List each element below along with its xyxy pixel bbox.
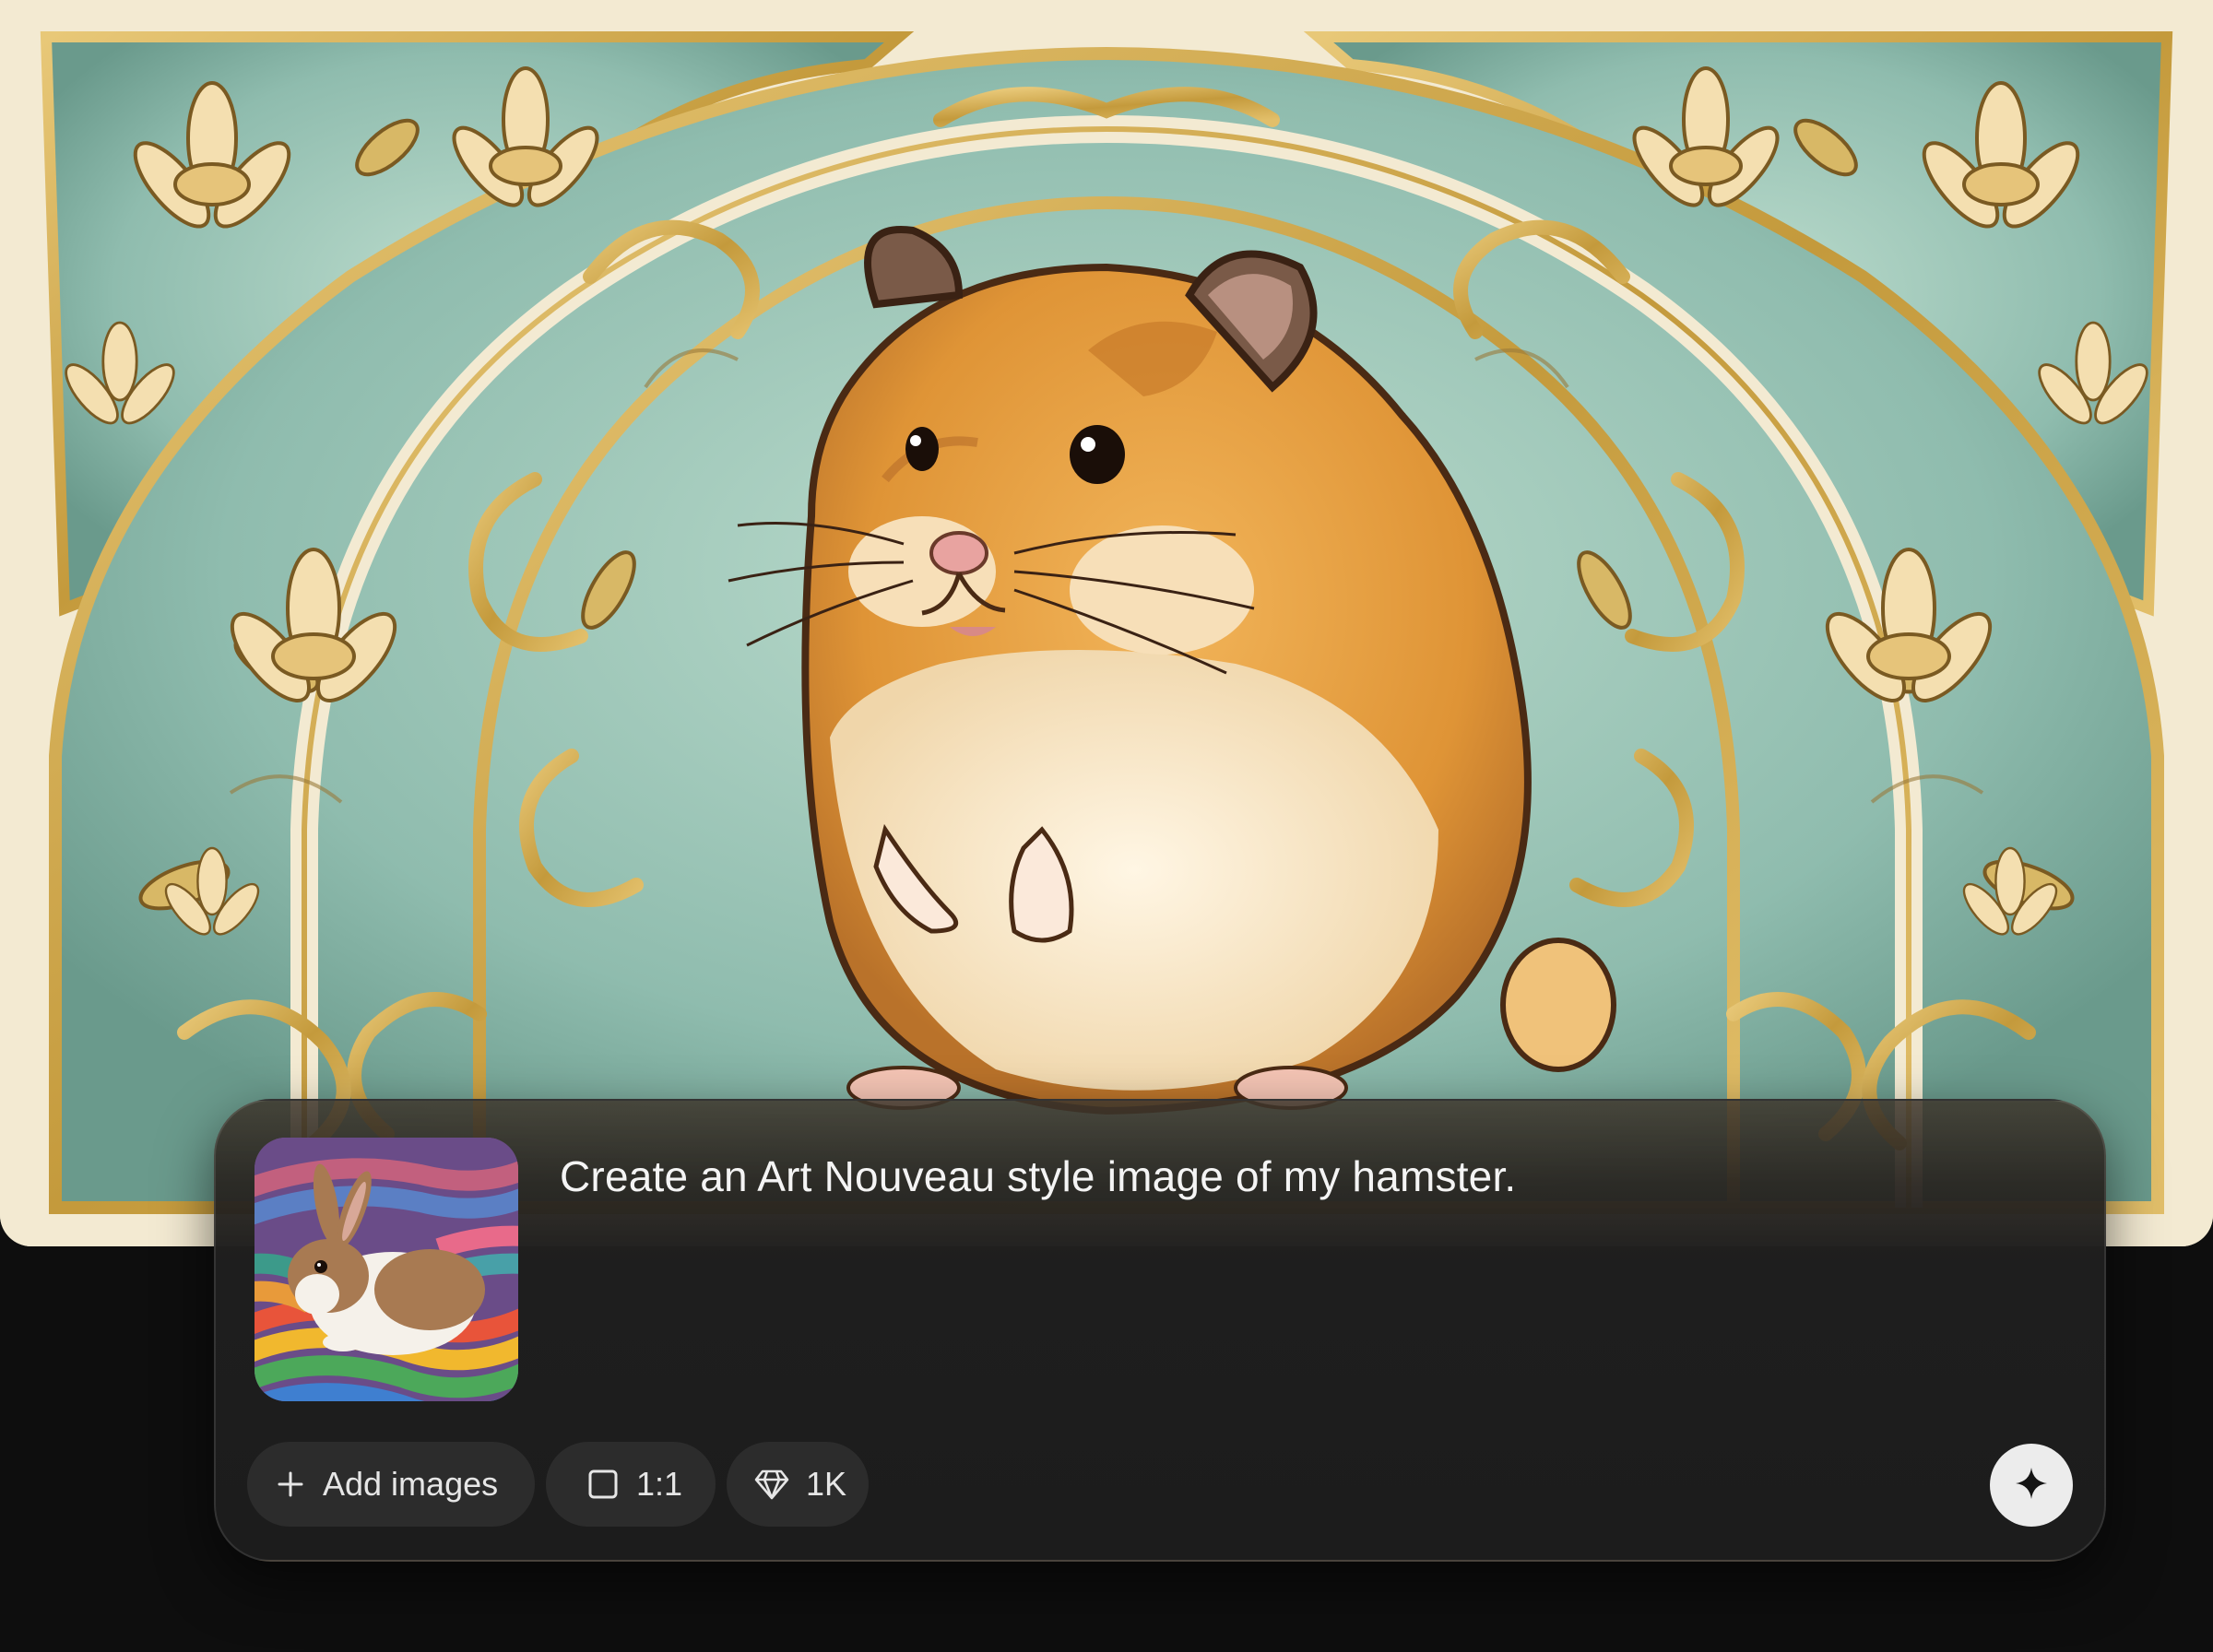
generate-button[interactable] — [1990, 1444, 2073, 1527]
prompt-text[interactable]: Create an Art Nouveau style image of my … — [560, 1149, 2035, 1204]
diamond-icon — [754, 1469, 789, 1500]
add-images-button[interactable]: Add images — [247, 1442, 535, 1527]
generated-artwork — [0, 0, 2213, 1246]
plus-icon — [275, 1469, 306, 1500]
rabbit-on-crochet-blanket-thumbnail — [254, 1138, 518, 1401]
aspect-ratio-button[interactable]: 1:1 — [546, 1442, 716, 1527]
art-nouveau-hamster-image — [0, 0, 2213, 1246]
resolution-label: 1K — [806, 1465, 847, 1503]
sparkle-icon — [2013, 1465, 2050, 1506]
add-images-label: Add images — [323, 1465, 499, 1503]
reference-image-thumbnail[interactable] — [254, 1138, 518, 1401]
resolution-button[interactable]: 1K — [727, 1442, 869, 1527]
aspect-ratio-label: 1:1 — [636, 1465, 683, 1503]
app-stage: Create an Art Nouveau style image of my … — [0, 0, 2213, 1652]
square-icon — [586, 1468, 620, 1501]
prompt-composer: Create an Art Nouveau style image of my … — [214, 1099, 2106, 1562]
